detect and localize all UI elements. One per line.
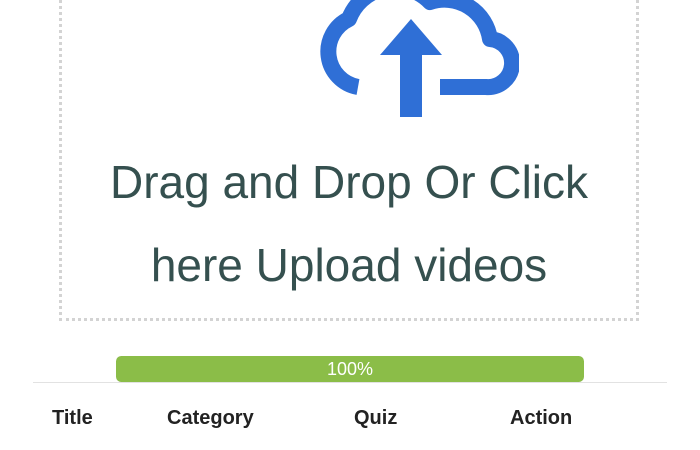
cloud-upload-icon (305, 0, 519, 117)
upload-instruction-line2: here Upload videos (150, 239, 548, 291)
column-header-quiz: Quiz (354, 407, 398, 429)
column-header-title: Title (52, 407, 93, 429)
column-header-category: Category (167, 407, 254, 429)
column-header-action: Action (510, 407, 573, 429)
upload-dropzone[interactable]: Drag and Drop Or Click here Upload video… (59, 0, 639, 321)
progress-label: 100% (326, 359, 374, 379)
upload-instruction-line1: Drag and Drop Or Click (109, 156, 589, 208)
upload-progress-bar: 100% (116, 356, 584, 382)
table-divider (33, 382, 667, 383)
